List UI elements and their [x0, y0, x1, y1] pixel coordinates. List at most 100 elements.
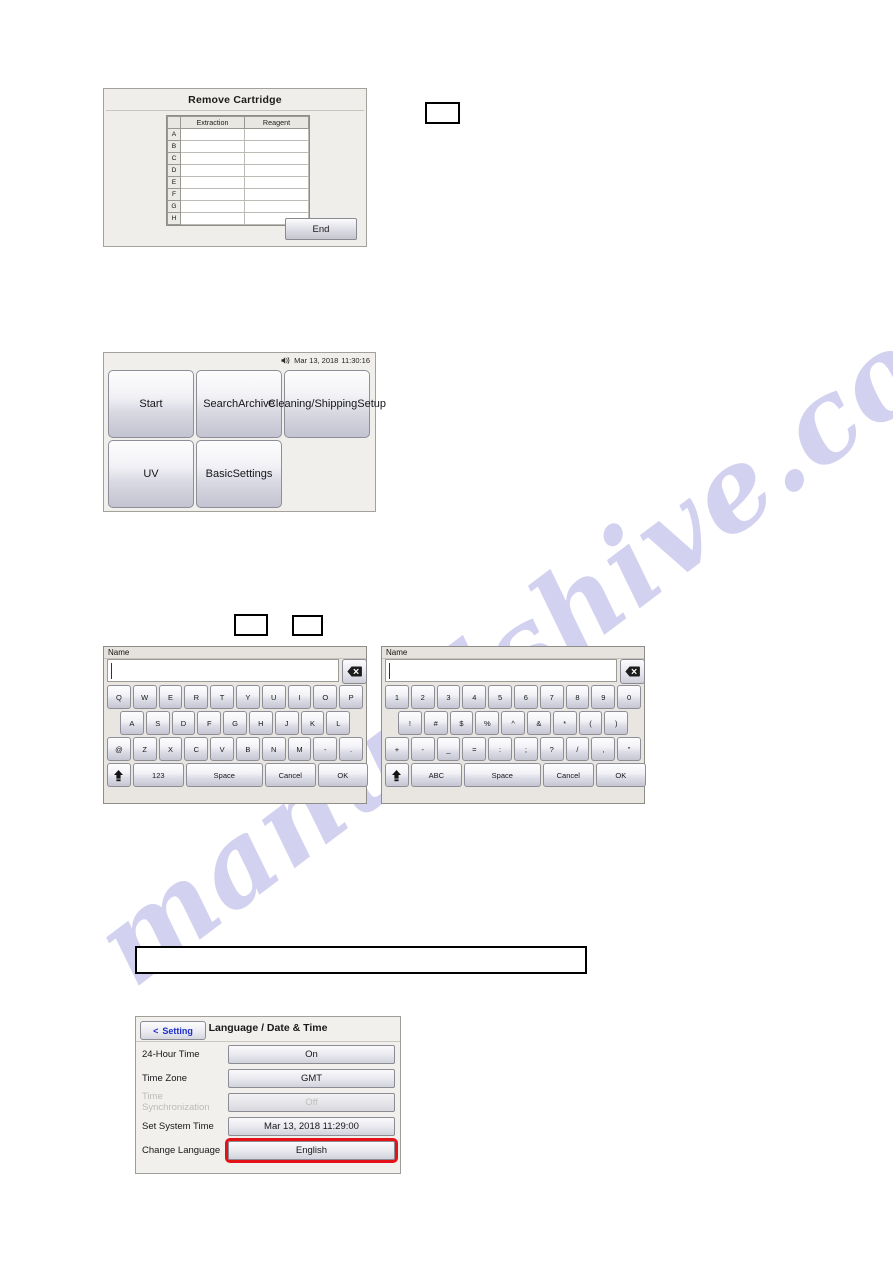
alpha-key-M[interactable]: M	[287, 737, 312, 761]
alpha-key-Q[interactable]: Q	[107, 685, 131, 709]
cell-extraction[interactable]	[180, 140, 245, 153]
table-row[interactable]: G	[167, 200, 309, 213]
cell-reagent[interactable]	[244, 164, 309, 177]
num-key-:[interactable]: :	[488, 737, 512, 761]
alpha-key-J[interactable]: J	[274, 711, 299, 735]
cell-reagent[interactable]	[244, 200, 309, 213]
num-key-/[interactable]: /	[565, 737, 590, 761]
setting-value-set-system-time[interactable]: Mar 13, 2018 11:29:00	[228, 1116, 395, 1136]
name-input-alpha[interactable]	[107, 659, 339, 682]
alpha-key-S[interactable]: S	[145, 711, 170, 735]
cell-reagent[interactable]	[244, 128, 309, 141]
num-key-+[interactable]: +	[385, 737, 409, 761]
alpha-key-D[interactable]: D	[171, 711, 196, 735]
num-key-0[interactable]: 0	[617, 685, 641, 709]
shift-icon[interactable]	[107, 763, 131, 787]
cell-reagent[interactable]	[244, 176, 309, 189]
alpha-key-B[interactable]: B	[235, 737, 260, 761]
alpha-key-I[interactable]: I	[287, 685, 312, 709]
table-row[interactable]: C	[167, 152, 309, 165]
num-key-9[interactable]: 9	[591, 685, 616, 709]
cell-reagent[interactable]	[244, 140, 309, 153]
num-key-?[interactable]: ?	[539, 737, 564, 761]
num-key-6[interactable]: 6	[513, 685, 538, 709]
cell-extraction[interactable]	[180, 212, 245, 225]
alpha-key-F[interactable]: F	[197, 711, 222, 735]
num-key-![interactable]: !	[398, 711, 422, 735]
table-row[interactable]: E	[167, 176, 309, 189]
alpha-key-H[interactable]: H	[248, 711, 273, 735]
num-key-=[interactable]: =	[462, 737, 487, 761]
num-key--[interactable]: -	[410, 737, 435, 761]
num-key-$[interactable]: $	[449, 711, 474, 735]
alpha-key-A[interactable]: A	[120, 711, 144, 735]
num-key-5[interactable]: 5	[488, 685, 512, 709]
num-key-)[interactable]: )	[604, 711, 629, 735]
num-key-8[interactable]: 8	[565, 685, 590, 709]
num-key-2[interactable]: 2	[410, 685, 435, 709]
alpha-key-T[interactable]: T	[210, 685, 234, 709]
num-key-*[interactable]: *	[552, 711, 577, 735]
alpha-key-C[interactable]: C	[184, 737, 209, 761]
setting-value-24-hour-time[interactable]: On	[228, 1044, 395, 1064]
menu-button-cleaning-shipping-setup[interactable]: Cleaning/Shipping Setup	[268, 370, 386, 438]
table-row[interactable]: D	[167, 164, 309, 177]
alpha-key-V[interactable]: V	[210, 737, 234, 761]
name-input-numeric[interactable]	[385, 659, 617, 682]
table-row[interactable]: F	[167, 188, 309, 201]
alpha-key-X[interactable]: X	[158, 737, 183, 761]
num-key-#[interactable]: #	[423, 711, 448, 735]
alpha-key-G[interactable]: G	[223, 711, 247, 735]
alpha-mode-toggle[interactable]: 123	[132, 763, 184, 787]
cell-extraction[interactable]	[180, 188, 245, 201]
num-cancel-button[interactable]: Cancel	[542, 763, 594, 787]
alpha-key-E[interactable]: E	[158, 685, 183, 709]
alpha-key-@[interactable]: @	[107, 737, 131, 761]
alpha-key-L[interactable]: L	[326, 711, 351, 735]
num-mode-toggle[interactable]: ABC	[410, 763, 462, 787]
cell-extraction[interactable]	[180, 164, 245, 177]
alpha-key-Y[interactable]: Y	[235, 685, 260, 709]
num-key-3[interactable]: 3	[436, 685, 461, 709]
end-button[interactable]: End	[285, 218, 357, 240]
alpha-key-P[interactable]: P	[339, 685, 363, 709]
menu-button-start[interactable]: Start	[108, 370, 194, 438]
cell-extraction[interactable]	[180, 128, 245, 141]
alpha-ok-button[interactable]: OK	[317, 763, 368, 787]
backspace-icon[interactable]	[620, 659, 645, 684]
cell-extraction[interactable]	[180, 200, 245, 213]
num-key-7[interactable]: 7	[539, 685, 564, 709]
num-key-%[interactable]: %	[475, 711, 500, 735]
num-ok-button[interactable]: OK	[595, 763, 646, 787]
num-key-4[interactable]: 4	[462, 685, 487, 709]
alpha-key-U[interactable]: U	[261, 685, 286, 709]
num-key-_[interactable]: _	[436, 737, 461, 761]
alpha-space-key[interactable]: Space	[185, 763, 263, 787]
alpha-key-K[interactable]: K	[300, 711, 325, 735]
alpha-key-W[interactable]: W	[132, 685, 157, 709]
num-key-"[interactable]: "	[617, 737, 641, 761]
setting-value-time-zone[interactable]: GMT	[228, 1068, 395, 1088]
num-space-key[interactable]: Space	[463, 763, 541, 787]
table-row[interactable]: A	[167, 128, 309, 141]
alpha-key-.[interactable]: .	[339, 737, 363, 761]
alpha-key-N[interactable]: N	[261, 737, 286, 761]
backspace-icon[interactable]	[342, 659, 367, 684]
num-key-^[interactable]: ^	[501, 711, 525, 735]
cell-extraction[interactable]	[180, 176, 245, 189]
num-key-,[interactable]: ,	[591, 737, 616, 761]
alpha-key-O[interactable]: O	[313, 685, 338, 709]
cell-reagent[interactable]	[244, 188, 309, 201]
num-key-;[interactable]: ;	[513, 737, 538, 761]
alpha-key-Z[interactable]: Z	[132, 737, 157, 761]
menu-button-basic-settings[interactable]: Basic Settings	[196, 440, 282, 508]
alpha-key-R[interactable]: R	[184, 685, 209, 709]
alpha-key--[interactable]: -	[313, 737, 338, 761]
num-key-&[interactable]: &	[526, 711, 551, 735]
shift-icon[interactable]	[385, 763, 409, 787]
table-row[interactable]: B	[167, 140, 309, 153]
num-key-([interactable]: (	[578, 711, 603, 735]
alpha-cancel-button[interactable]: Cancel	[264, 763, 316, 787]
setting-value-change-language[interactable]: English	[225, 1137, 398, 1163]
num-key-1[interactable]: 1	[385, 685, 409, 709]
